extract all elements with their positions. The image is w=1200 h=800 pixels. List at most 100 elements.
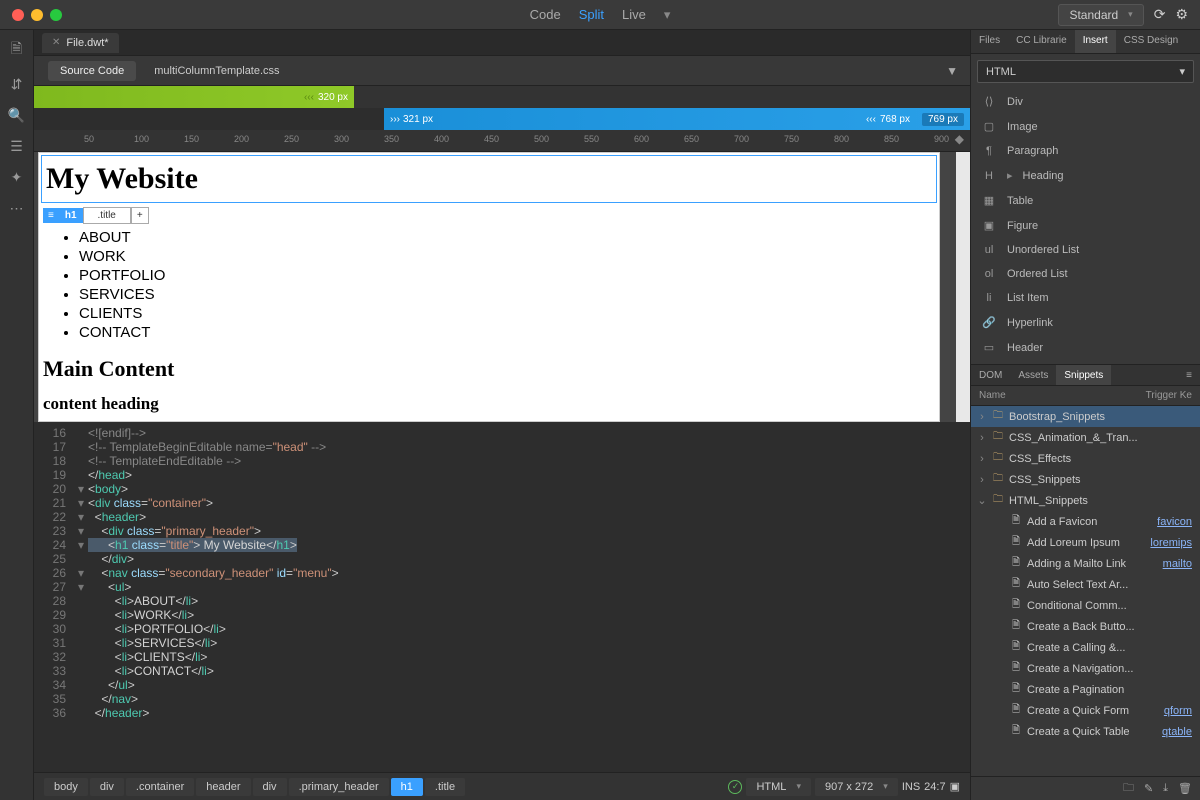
panel-tab-insert[interactable]: Insert [1075, 30, 1116, 53]
code-line[interactable]: 28 <li>ABOUT</li> [34, 594, 970, 608]
panel-tab-dom[interactable]: DOM [971, 365, 1010, 385]
breadcrumb-item[interactable]: div [253, 778, 287, 796]
code-line[interactable]: 19</head> [34, 468, 970, 482]
breadcrumb-item[interactable]: h1 [391, 778, 423, 796]
code-line[interactable]: 29 <li>WORK</li> [34, 608, 970, 622]
delete-icon[interactable]: 🗑 [1178, 782, 1192, 795]
breadcrumb-item[interactable]: .primary_header [289, 778, 389, 796]
preview-nav-item[interactable]: ABOUT [79, 228, 939, 247]
badge-tag[interactable]: h1 [59, 208, 83, 223]
breadcrumb-item[interactable]: header [196, 778, 250, 796]
ruler[interactable]: ◆ 50100150200250300350400450500550600650… [34, 130, 970, 152]
insert-item-list-item[interactable]: liList Item [971, 286, 1200, 310]
file-tab[interactable]: ✕ File.dwt* [42, 33, 119, 53]
insert-mode[interactable]: INS [902, 781, 920, 793]
snippet-folder[interactable]: ›🗀Bootstrap_Snippets [971, 406, 1200, 427]
close-window-icon[interactable] [12, 9, 24, 21]
insert-snippet-icon[interactable]: ⤓ [1163, 782, 1168, 795]
preview-nav-item[interactable]: CONTACT [79, 323, 939, 342]
preview-h3[interactable]: content heading [39, 390, 939, 418]
snippet-file[interactable]: 🗎Create a Navigation... [971, 658, 1200, 679]
twisty-icon[interactable]: › [977, 474, 987, 486]
preview-nav-item[interactable]: WORK [79, 247, 939, 266]
preview-nav-item[interactable]: SERVICES [79, 285, 939, 304]
hamburger-icon[interactable]: ≡ [43, 208, 59, 223]
view-tab-split[interactable]: Split [579, 7, 604, 23]
code-line[interactable]: 20▾<body> [34, 482, 970, 496]
snippet-file[interactable]: 🗎Add Loreum Ipsumloremips [971, 532, 1200, 553]
snippet-file[interactable]: 🗎Adding a Mailto Linkmailto [971, 553, 1200, 574]
code-line[interactable]: 30 <li>PORTFOLIO</li> [34, 622, 970, 636]
snippet-file[interactable]: 🗎Create a Pagination [971, 679, 1200, 700]
code-line[interactable]: 25 </div> [34, 552, 970, 566]
code-line[interactable]: 32 <li>CLIENTS</li> [34, 650, 970, 664]
insert-item-ordered-list[interactable]: olOrdered List [971, 262, 1200, 286]
insert-item-figure[interactable]: ▣Figure [971, 213, 1200, 238]
element-display-badge[interactable]: ≡ h1 .title + [43, 207, 149, 224]
workspace-dropdown[interactable]: Standard [1058, 4, 1143, 26]
code-line[interactable]: 31 <li>SERVICES</li> [34, 636, 970, 650]
preview-device-icon[interactable]: ▣ [950, 780, 960, 793]
snippet-folder[interactable]: ⌄🗀HTML_Snippets [971, 490, 1200, 511]
insert-item-heading[interactable]: H▸Heading [971, 163, 1200, 188]
col-name[interactable]: Name [979, 390, 1146, 401]
code-line[interactable]: 16<![endif]--> [34, 426, 970, 440]
twisty-icon[interactable]: › [977, 411, 987, 423]
new-snippet-icon[interactable]: ✎ [1144, 782, 1153, 795]
panel-tab-css-design[interactable]: CSS Design [1116, 30, 1186, 53]
snippet-folder[interactable]: ›🗀CSS_Effects [971, 448, 1200, 469]
sync-icon[interactable]: ⟳ [1154, 6, 1166, 23]
code-line[interactable]: 24▾ <h1 class="title"> My Website</h1> [34, 538, 970, 552]
live-preview[interactable]: My Website ≡ h1 .title + ABOUTWORKPORTFO… [38, 152, 940, 422]
code-line[interactable]: 21▾<div class="container"> [34, 496, 970, 510]
preview-nav-item[interactable]: CLIENTS [79, 304, 939, 323]
preview-h2[interactable]: Main Content [39, 342, 939, 390]
code-line[interactable]: 33 <li>CONTACT</li> [34, 664, 970, 678]
filter-funnel-icon[interactable]: ▼ [946, 64, 958, 78]
code-line[interactable]: 18<!-- TemplateEndEditable --> [34, 454, 970, 468]
viewport-size-dropdown[interactable]: 907 x 272 [815, 778, 898, 796]
zoom-window-icon[interactable] [50, 9, 62, 21]
code-line[interactable]: 17<!-- TemplateBeginEditable name="head"… [34, 440, 970, 454]
settings-gear-icon[interactable]: ⚙ [1175, 6, 1188, 23]
snippet-folder[interactable]: ›🗀CSS_Snippets [971, 469, 1200, 490]
preview-nav-item[interactable]: PORTFOLIO [79, 266, 939, 285]
badge-add-icon[interactable]: + [131, 207, 149, 224]
code-line[interactable]: 35 </nav> [34, 692, 970, 706]
insert-item-unordered-list[interactable]: ulUnordered List [971, 238, 1200, 262]
breadcrumb-item[interactable]: .title [425, 778, 465, 796]
scrub-marker-icon[interactable]: ◆ [955, 132, 964, 146]
code-editor[interactable]: 16<![endif]-->17<!-- TemplateBeginEditab… [34, 422, 970, 772]
preview-h1[interactable]: My Website [42, 156, 936, 202]
panel-tab-cc-librarie[interactable]: CC Librarie [1008, 30, 1075, 53]
code-line[interactable]: 26▾ <nav class="secondary_header" id="me… [34, 566, 970, 580]
breadcrumb-item[interactable]: body [44, 778, 88, 796]
code-line[interactable]: 23▾ <div class="primary_header"> [34, 524, 970, 538]
media-query-bar[interactable]: 320 px 321 px 768 px 769 px [34, 86, 970, 130]
chevron-down-icon[interactable]: ▾ [664, 7, 671, 23]
twisty-icon[interactable]: ⌄ [977, 494, 987, 507]
tool-more-icon[interactable]: ⋯ [10, 200, 24, 217]
tool-file-icon[interactable]: 🗎 [11, 38, 22, 62]
new-folder-icon[interactable]: 🗀 [1123, 779, 1134, 798]
tool-manage-icon[interactable]: ☰ [10, 138, 23, 155]
code-line[interactable]: 36 </header> [34, 706, 970, 720]
panel-tab-files[interactable]: Files [971, 30, 1008, 53]
code-line[interactable]: 22▾ <header> [34, 510, 970, 524]
view-tab-live[interactable]: Live [622, 7, 646, 23]
snippet-file[interactable]: 🗎Create a Back Butto... [971, 616, 1200, 637]
snippet-file[interactable]: 🗎Create a Calling &... [971, 637, 1200, 658]
badge-class[interactable]: .title [83, 207, 131, 224]
code-line[interactable]: 34 </ul> [34, 678, 970, 692]
insert-item-div[interactable]: ⟨⟩Div [971, 89, 1200, 114]
twisty-icon[interactable]: › [977, 432, 987, 444]
snippet-file[interactable]: 🗎Add a Faviconfavicon [971, 511, 1200, 532]
snippet-folder[interactable]: ›🗀CSS_Animation_&_Tran... [971, 427, 1200, 448]
no-errors-icon[interactable]: ✓ [728, 780, 742, 794]
col-trigger[interactable]: Trigger Ke [1146, 390, 1192, 401]
preview-scrollbar[interactable] [956, 152, 970, 422]
minimize-window-icon[interactable] [31, 9, 43, 21]
tool-inspect-icon[interactable]: 🔍 [8, 107, 25, 124]
view-tab-code[interactable]: Code [530, 7, 561, 23]
snippet-file[interactable]: 🗎Create a Quick Tableqtable [971, 721, 1200, 742]
